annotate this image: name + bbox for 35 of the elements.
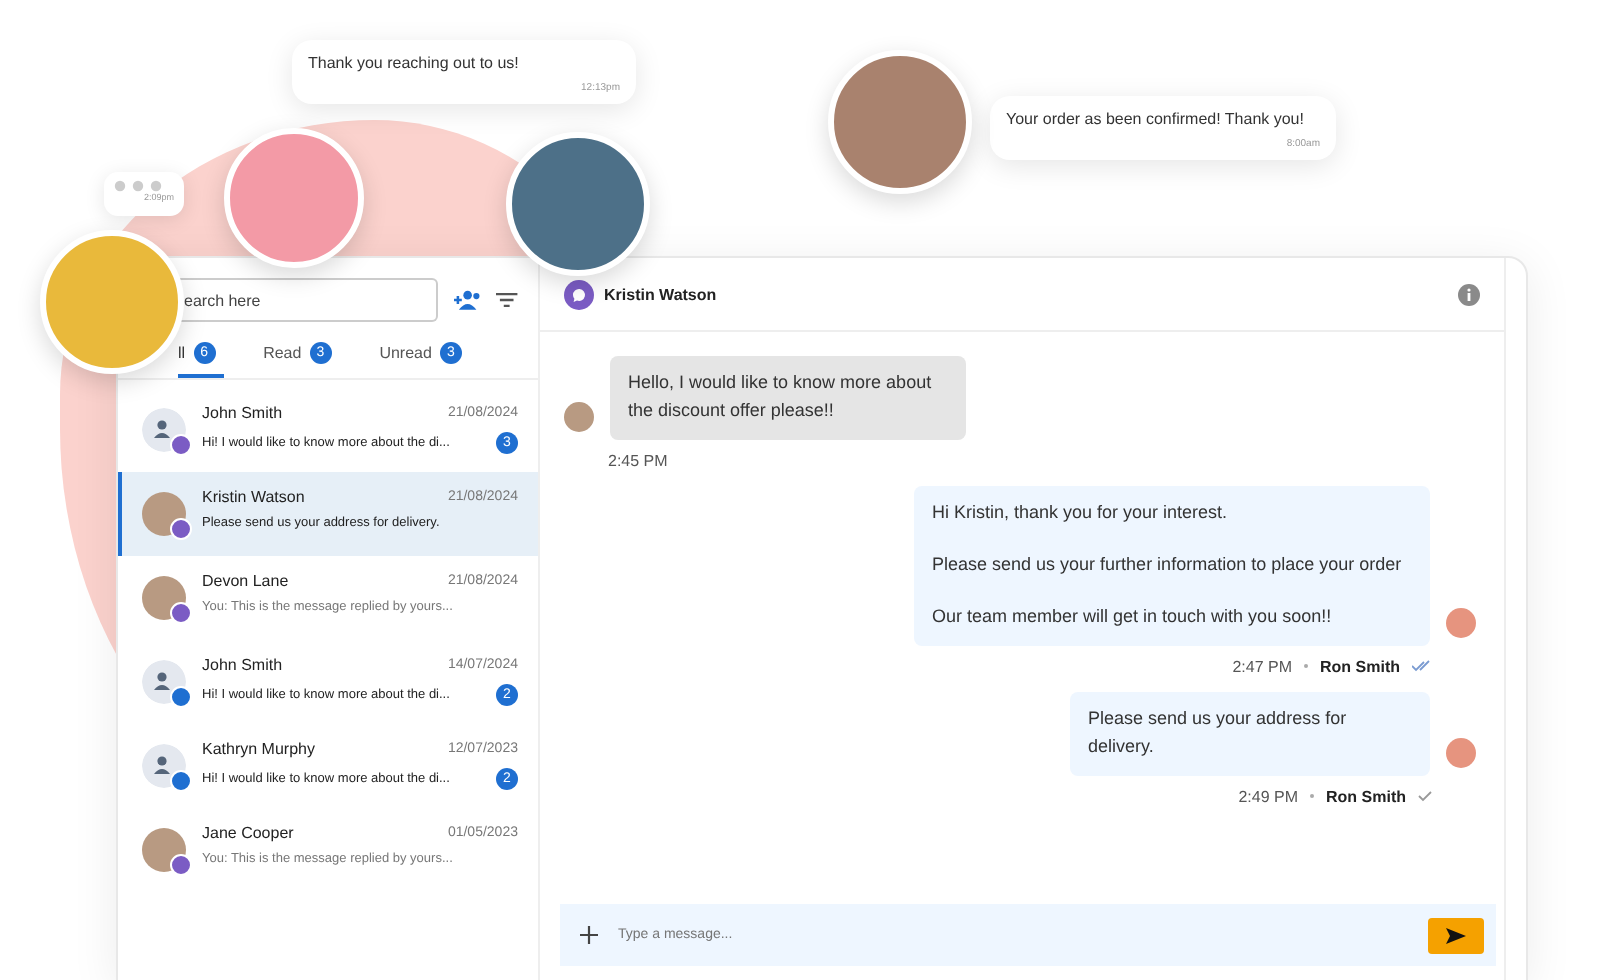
sender-name: Ron Smith (1326, 787, 1406, 806)
separator-dot (1310, 794, 1314, 799)
message-text: Our team member will get in touch with you soon!! (932, 603, 1334, 630)
avatar-photo (1446, 607, 1476, 638)
contact-name: Kristin Watson (202, 488, 305, 506)
contact-name: Devon Lane (202, 572, 289, 590)
message-text: Your order as been confirmed! Thank you! (1006, 110, 1306, 128)
avatar-photo (142, 828, 186, 872)
add-people-icon[interactable] (453, 290, 481, 310)
chat-contact-name: Kristin Watson (604, 285, 717, 303)
message-time: 2:49 PM (1238, 787, 1298, 806)
contact-name: Jane Cooper (202, 824, 294, 842)
info-icon[interactable] (1458, 283, 1480, 305)
filter-icon[interactable] (496, 292, 518, 308)
avatar-photo (564, 401, 594, 432)
message-text: Hi Kristin, thank you for your interest. (932, 499, 1230, 526)
avatar-photo (142, 492, 186, 536)
search-field[interactable]: earch here (180, 278, 438, 322)
plus-icon[interactable] (580, 926, 598, 944)
send-icon (1446, 927, 1466, 943)
contact-name: John Smith (202, 656, 283, 674)
message-text: Hello, I would like to know more about the discount offer please!! (628, 370, 934, 424)
typing-dots-icon (114, 180, 162, 192)
contact-name: Kathryn Murphy (202, 740, 315, 758)
contact-name: John Smith (202, 404, 283, 422)
avatar-photo (1446, 737, 1476, 768)
message-time: 2:47 PM (1232, 657, 1292, 676)
sender-name: Ron Smith (1320, 657, 1400, 676)
message-text: Please send us your further information to place your order (932, 551, 1404, 578)
send-button[interactable] (1428, 917, 1484, 953)
separator-dot (1304, 664, 1308, 669)
message-text: Thank you reaching out to us! (308, 54, 521, 72)
avatar-photo (142, 576, 186, 620)
message-text: Please send us your address for delivery. (1088, 705, 1349, 760)
message-time: 2:45 PM (608, 451, 670, 470)
